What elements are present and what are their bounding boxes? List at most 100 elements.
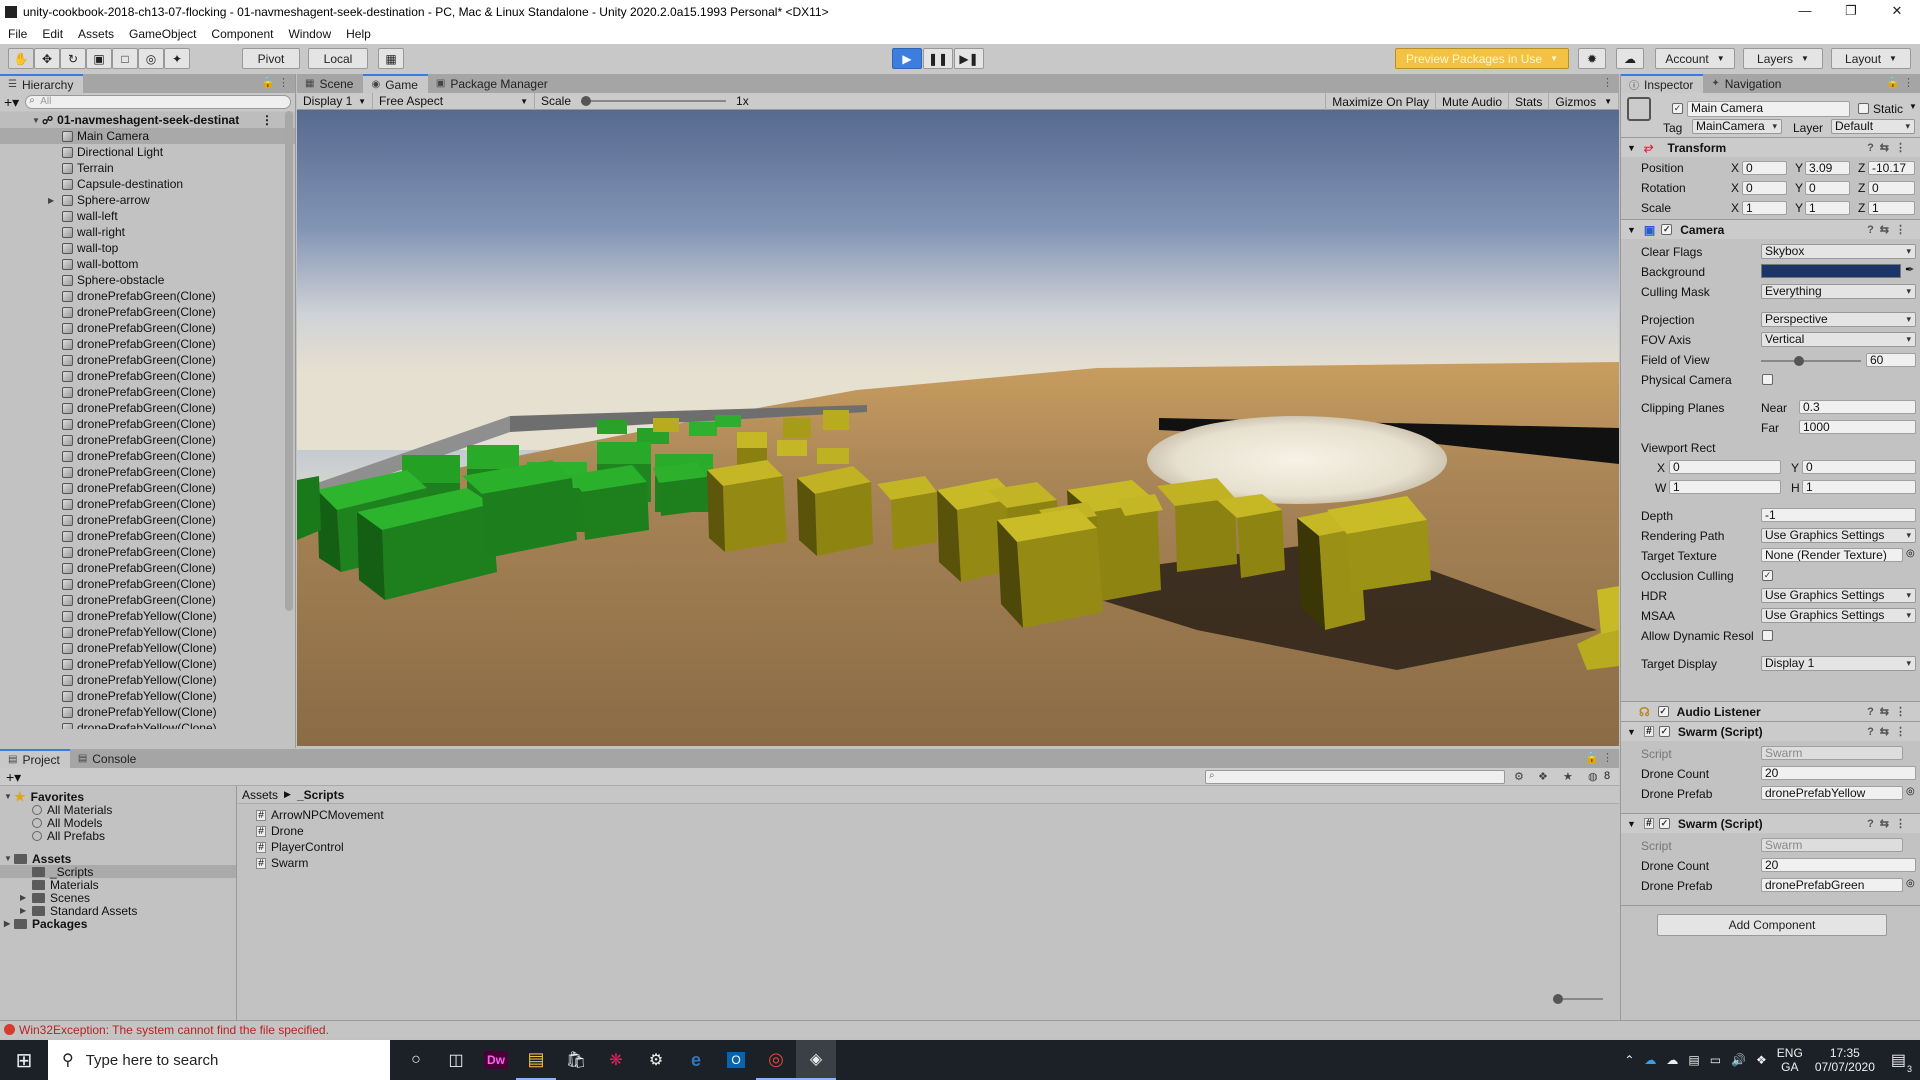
file-item[interactable]: # PlayerControl (256, 839, 1619, 855)
scale-x-field[interactable]: 1 (1742, 201, 1787, 215)
fov-slider-thumb[interactable] (1794, 356, 1804, 366)
tag-dropdown[interactable]: MainCamera (1692, 119, 1782, 134)
component-menu-icons[interactable]: ?⇆⋮ (1867, 725, 1912, 738)
layer-dropdown[interactable]: Default (1831, 119, 1915, 134)
step-button[interactable]: ▶❚ (954, 48, 984, 69)
component-menu-icons[interactable]: ?⇆⋮ (1867, 705, 1912, 718)
hierarchy-item[interactable]: dronePrefabGreen(Clone) (0, 464, 295, 480)
cortana-icon[interactable]: ○ (396, 1040, 436, 1080)
icon-size-slider[interactable] (1553, 994, 1603, 1004)
display-dropdown[interactable]: Display 1 ▼ (297, 92, 373, 110)
layout-dropdown[interactable]: Layout ▼ (1831, 48, 1911, 69)
clock[interactable]: 17:35 07/07/2020 (1815, 1046, 1875, 1074)
filter-label-icon[interactable]: ❖ (1538, 770, 1548, 783)
swarm1-drone-prefab-field[interactable]: dronePrefabYellow (1761, 786, 1903, 800)
hierarchy-item[interactable]: dronePrefabYellow(Clone) (0, 704, 295, 720)
foldout-arrow-icon[interactable]: ▶ (20, 906, 30, 915)
play-button[interactable]: ▶ (892, 48, 922, 69)
breadcrumb-current[interactable]: _Scripts (297, 788, 344, 802)
icon-size-slider-thumb[interactable] (1553, 994, 1563, 1004)
hierarchy-item[interactable]: dronePrefabGreen(Clone) (0, 352, 295, 368)
transform-header[interactable]: ▼ ⥂ Transform ?⇆⋮ (1621, 137, 1920, 157)
hierarchy-item[interactable]: dronePrefabYellow(Clone) (0, 624, 295, 640)
hierarchy-item[interactable]: wall-bottom (0, 256, 295, 272)
object-picker-icon[interactable]: ◎ (1906, 878, 1915, 889)
position-x-field[interactable]: 0 (1742, 161, 1787, 175)
account-dropdown[interactable]: Account ▼ (1655, 48, 1735, 69)
favorite-item[interactable]: All Models (0, 816, 236, 830)
foldout-arrow-icon[interactable]: ▼ (4, 854, 14, 863)
fov-field[interactable]: 60 (1866, 353, 1916, 367)
outlook-icon[interactable]: O (716, 1040, 756, 1080)
grid-snap-icon[interactable]: ▦ (378, 48, 404, 69)
hierarchy-item[interactable]: dronePrefabYellow(Clone) (0, 688, 295, 704)
viewport-w-field[interactable]: 1 (1669, 480, 1781, 494)
chrome-icon[interactable]: ◎ (756, 1040, 796, 1080)
move-tool-icon[interactable]: ✥ (34, 48, 60, 69)
onedrive-icon[interactable]: ☁ (1644, 1053, 1656, 1067)
rotation-z-field[interactable]: 0 (1868, 181, 1915, 195)
cloud-icon[interactable]: ☁ (1616, 48, 1644, 69)
tab-package-manager[interactable]: ▣ Package Manager (428, 74, 558, 93)
scale-z-field[interactable]: 1 (1868, 201, 1915, 215)
task-view-icon[interactable]: ◫ (436, 1040, 476, 1080)
scene-row[interactable]: ▼ ☍ 01-navmeshagent-seek-destinat ⋮ (0, 112, 295, 128)
swarm2-header[interactable]: ▼ # ✓ Swarm (Script) ?⇆⋮ (1621, 813, 1920, 833)
object-picker-icon[interactable]: ◎ (1906, 548, 1915, 559)
viewport-h-field[interactable]: 1 (1802, 480, 1916, 494)
tab-hierarchy[interactable]: ☰ Hierarchy (0, 74, 84, 93)
project-search-input[interactable] (1205, 770, 1505, 784)
swarm2-drone-count-field[interactable]: 20 (1761, 858, 1916, 872)
hdr-dropdown[interactable]: Use Graphics Settings (1761, 588, 1916, 603)
scale-slider-thumb[interactable] (581, 96, 592, 106)
tab-project[interactable]: ▤ Project (0, 749, 70, 768)
fov-slider[interactable] (1761, 356, 1861, 366)
favorite-star-icon[interactable]: ★ (1563, 770, 1573, 783)
panel-menu-icon[interactable]: 🔒 ⋮ (261, 76, 289, 89)
near-field[interactable]: 0.3 (1799, 400, 1916, 414)
network-icon[interactable]: ▤ (1688, 1053, 1699, 1067)
hierarchy-search-input[interactable]: All (25, 95, 291, 109)
swarm1-header[interactable]: ▼ # ✓ Swarm (Script) ?⇆⋮ (1621, 721, 1920, 741)
pause-button[interactable]: ❚❚ (923, 48, 953, 69)
language-indicator[interactable]: ENG GA (1777, 1046, 1803, 1074)
slack-icon[interactable]: ❋ (596, 1040, 636, 1080)
taskbar-search[interactable]: ⚲ Type here to search (48, 1040, 390, 1080)
far-field[interactable]: 1000 (1799, 420, 1916, 434)
maximize-button[interactable]: ❐ (1828, 0, 1874, 24)
dropbox-icon[interactable]: ❖ (1756, 1053, 1767, 1067)
rotate-tool-icon[interactable]: ↻ (60, 48, 86, 69)
favorite-item[interactable]: All Materials (0, 803, 236, 817)
stats-toggle[interactable]: Stats (1509, 93, 1550, 110)
position-z-field[interactable]: -10.17 (1868, 161, 1915, 175)
foldout-arrow-icon[interactable]: ▶ (4, 919, 14, 928)
transform-tool-icon[interactable]: ◎ (138, 48, 164, 69)
expand-arrow-icon[interactable]: ▼ (32, 116, 42, 125)
project-menu-icon[interactable]: 🔒 ⋮ (1585, 751, 1613, 764)
swarm1-enabled-checkbox[interactable]: ✓ (1658, 726, 1670, 737)
maximize-on-play-toggle[interactable]: Maximize On Play (1325, 93, 1436, 110)
foldout-arrow-icon[interactable]: ▼ (1627, 819, 1636, 829)
hierarchy-item[interactable]: dronePrefabGreen(Clone) (0, 528, 295, 544)
inspector-menu-icon[interactable]: 🔒 ⋮ (1886, 76, 1914, 89)
foldout-arrow-icon[interactable]: ▼ (4, 792, 14, 801)
menu-edit[interactable]: Edit (42, 27, 63, 41)
local-toggle[interactable]: Local (308, 48, 368, 69)
minimize-button[interactable]: — (1782, 0, 1828, 24)
scene-menu-icon[interactable]: ⋮ (261, 113, 273, 127)
hierarchy-item[interactable]: dronePrefabYellow(Clone) (0, 656, 295, 672)
aspect-dropdown[interactable]: Free Aspect ▼ (373, 92, 535, 110)
hierarchy-item[interactable]: Main Camera (0, 128, 295, 144)
expand-arrow-icon[interactable]: ▶ (48, 196, 58, 205)
hierarchy-item[interactable]: dronePrefabYellow(Clone) (0, 640, 295, 656)
asset-folder-item[interactable]: _Scripts (0, 865, 236, 879)
hierarchy-scrollbar[interactable] (285, 111, 293, 611)
component-menu-icons[interactable]: ?⇆⋮ (1867, 223, 1912, 236)
foldout-arrow-icon[interactable]: ▼ (1627, 727, 1636, 737)
hierarchy-item[interactable]: dronePrefabGreen(Clone) (0, 576, 295, 592)
tray-expand-icon[interactable]: ⌃ (1624, 1053, 1634, 1067)
depth-field[interactable]: -1 (1761, 508, 1916, 522)
swarm2-drone-prefab-field[interactable]: dronePrefabGreen (1761, 878, 1903, 892)
custom-tool-icon[interactable]: ✦ (164, 48, 190, 69)
menu-assets[interactable]: Assets (78, 27, 114, 41)
